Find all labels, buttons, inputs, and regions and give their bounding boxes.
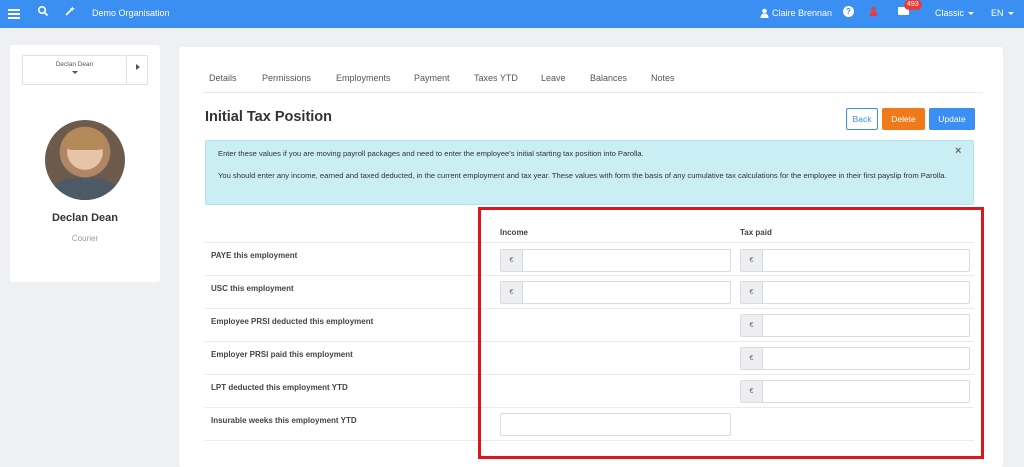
- user-menu[interactable]: Claire Brennan: [760, 8, 832, 18]
- back-button[interactable]: Back: [846, 108, 878, 130]
- employee-select-label: Declan Dean: [55, 61, 94, 68]
- row-label: Insurable weeks this employment YTD: [211, 416, 357, 425]
- tab-notes[interactable]: Notes: [651, 73, 675, 83]
- row-label: Employee PRSI deducted this employment: [211, 317, 374, 326]
- tab-taxes-ytd[interactable]: Taxes YTD: [474, 73, 518, 83]
- top-navbar: Demo Organisation Claire Brennan ? 493 C…: [0, 0, 1024, 28]
- user-name: Claire Brennan: [772, 8, 833, 18]
- view-mode-dropdown[interactable]: Classic: [935, 8, 975, 18]
- chevron-down-icon: [968, 12, 975, 16]
- tab-permissions[interactable]: Permissions: [262, 73, 311, 83]
- page-title: Initial Tax Position: [205, 109, 333, 125]
- row-label: PAYE this employment: [211, 251, 298, 260]
- search-icon[interactable]: [37, 5, 49, 17]
- tab-bar: Details Permissions Employments Payment …: [203, 67, 983, 93]
- tab-employments[interactable]: Employments: [336, 73, 391, 83]
- info-alert: Enter these values if you are moving pay…: [205, 140, 974, 205]
- employee-avatar: [45, 120, 125, 200]
- row-label: USC this employment: [211, 284, 294, 293]
- close-icon[interactable]: ×: [955, 145, 961, 157]
- employee-name: Declan Dean: [51, 212, 119, 224]
- tab-payment[interactable]: Payment: [414, 73, 450, 83]
- help-icon[interactable]: ?: [843, 6, 854, 17]
- chevron-down-icon: [71, 71, 78, 74]
- employee-role: Courier: [71, 234, 99, 243]
- view-mode-label: Classic: [935, 8, 965, 18]
- tab-leave[interactable]: Leave: [541, 73, 566, 83]
- magic-wand-icon[interactable]: [64, 5, 76, 17]
- mail-count-badge: 493: [904, 0, 922, 10]
- hamburger-menu-icon[interactable]: [8, 7, 20, 21]
- language-dropdown[interactable]: EN: [991, 8, 1014, 18]
- chevron-down-icon: [1007, 12, 1014, 16]
- user-icon: [760, 8, 769, 18]
- info-text-1: Enter these values if you are moving pay…: [218, 149, 644, 158]
- tab-balances[interactable]: Balances: [590, 73, 627, 83]
- employee-select[interactable]: Declan Dean: [22, 55, 127, 85]
- row-label: Employer PRSI paid this employment: [211, 350, 353, 359]
- alert-user-icon[interactable]: [869, 6, 878, 18]
- organisation-name[interactable]: Demo Organisation: [92, 8, 170, 18]
- chevron-right-icon: [136, 64, 140, 70]
- employee-card: Declan Dean Declan Dean Courier: [10, 45, 160, 282]
- update-button[interactable]: Update: [929, 108, 975, 130]
- info-text-2: You should enter any income, earned and …: [218, 171, 947, 180]
- highlight-box: [478, 207, 984, 459]
- delete-button[interactable]: Delete: [882, 108, 925, 130]
- next-employee-button[interactable]: [126, 55, 148, 85]
- tab-details[interactable]: Details: [209, 73, 237, 83]
- language-label: EN: [991, 8, 1004, 18]
- row-label: LPT deducted this employment YTD: [211, 383, 348, 392]
